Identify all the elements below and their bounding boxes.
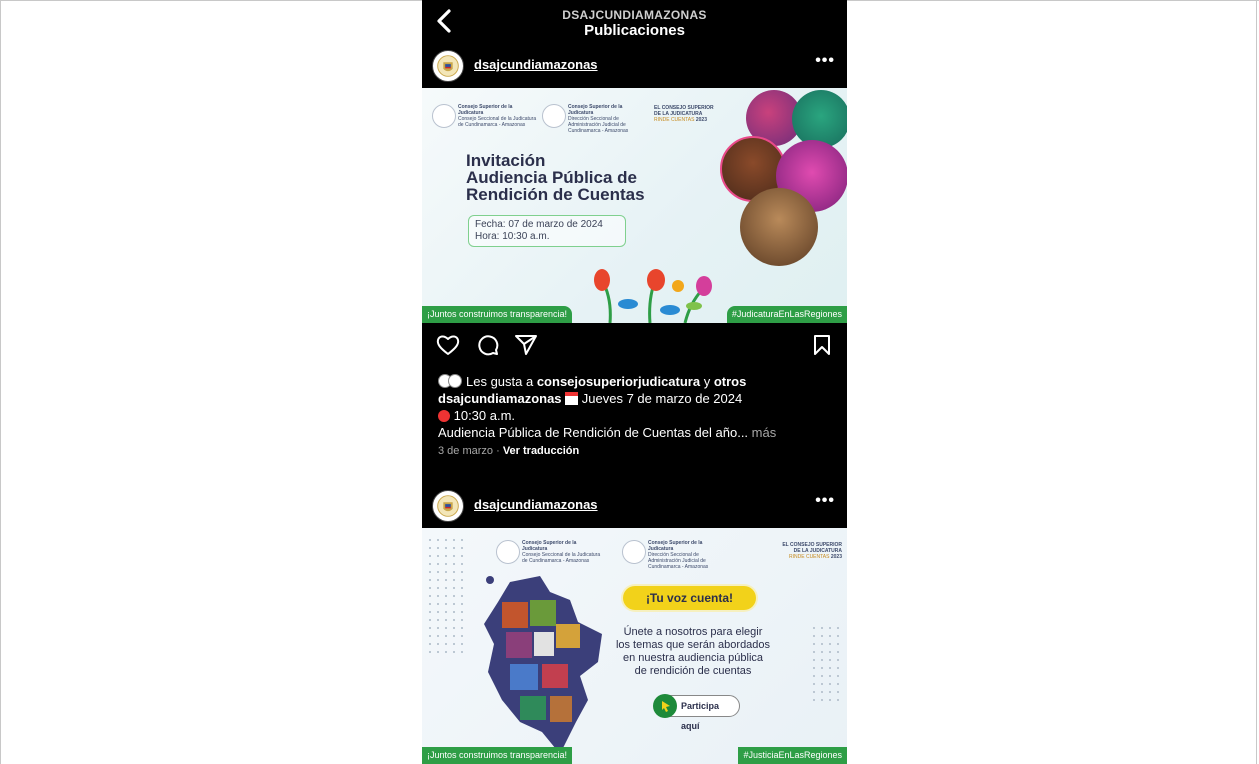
invitation-body: Únete a nosotros para elegir los temas q… — [615, 626, 771, 677]
caption-time: 10:30 a.m. — [450, 408, 516, 423]
more-dots-icon[interactable]: ••• — [815, 492, 835, 510]
post-image[interactable]: Consejo Superior de la Judicatura Consej… — [422, 88, 847, 323]
tu-voz-cuenta-badge: ¡Tu voz cuenta! — [623, 586, 756, 610]
post-header: dsajcundiamazonas ••• — [422, 484, 847, 528]
likes-others[interactable]: otros — [714, 374, 747, 389]
event-date-box: Fecha: 07 de marzo de 2024 Hora: 10:30 a… — [468, 215, 626, 247]
likes-prefix: Les gusta a — [466, 374, 537, 389]
crest-icon — [437, 55, 459, 77]
see-translation-link[interactable]: Ver traducción — [503, 445, 579, 457]
post-actions-bar — [422, 328, 847, 364]
collage-photo — [792, 90, 847, 148]
banner-right-hashtag: #JusticiaEnLasRegiones — [738, 747, 847, 764]
header-title: Publicaciones — [584, 22, 685, 39]
org-logo-text: Consejo Superior de la Judicatura Consej… — [458, 104, 537, 128]
caption-text: Audiencia Pública de Rendición de Cuenta… — [438, 425, 749, 440]
crest-icon — [542, 104, 566, 128]
caption-line-3: Audiencia Pública de Rendición de Cuenta… — [438, 424, 838, 441]
bookmark-icon[interactable] — [812, 334, 832, 356]
post-meta: 3 de marzo · Ver traducción — [438, 445, 580, 457]
invitation-title: Invitación Audiencia Pública de Rendició… — [466, 151, 645, 204]
likes-user[interactable]: consejosuperiorjudicatura — [537, 374, 700, 389]
caption-more-link[interactable]: más — [748, 425, 777, 440]
caption-line-1: dsajcundiamazonas Jueves 7 de marzo de 2… — [438, 390, 838, 407]
post-timestamp: 3 de marzo — [438, 445, 494, 457]
org-logo-text: Consejo Superior de la Judicatura Direcc… — [648, 540, 709, 570]
crest-icon — [496, 540, 520, 564]
participa-button[interactable]: Participa aquí — [653, 694, 740, 731]
frame-right-line — [1256, 0, 1257, 764]
banner-left: ¡Juntos construimos transparencia! — [422, 747, 573, 764]
dot-pattern — [426, 536, 466, 656]
crest-icon — [432, 104, 456, 128]
org-logo-text: Consejo Superior de la Judicatura Direcc… — [568, 104, 629, 134]
post-username[interactable]: dsajcundiamazonas — [474, 497, 598, 512]
collage-photo — [740, 188, 818, 266]
dot-pattern — [810, 624, 844, 704]
flowers-decoration-icon — [594, 269, 712, 323]
alarm-clock-emoji-icon — [438, 410, 450, 422]
participa-label: Participa aquí — [681, 701, 720, 731]
caption-date: Jueves 7 de marzo de 2024 — [578, 391, 743, 406]
avatar[interactable] — [432, 50, 464, 82]
frame-left-line — [0, 0, 1, 764]
instagram-screen: DSAJCUNDIAMAZONAS Publicaciones dsajcund… — [422, 0, 847, 764]
comment-icon[interactable] — [476, 334, 500, 356]
avatar[interactable] — [432, 490, 464, 522]
map-pin-icon — [486, 576, 494, 584]
colombia-map-collage — [484, 576, 602, 754]
liker-avatar — [448, 374, 462, 388]
top-navigation-bar: DSAJCUNDIAMAZONAS Publicaciones — [422, 0, 847, 44]
crest-icon — [437, 495, 459, 517]
more-dots-icon[interactable]: ••• — [815, 52, 835, 70]
post-username[interactable]: dsajcundiamazonas — [474, 57, 598, 72]
calendar-emoji-icon — [565, 392, 579, 405]
rinde-cuentas-logo: EL CONSEJO SUPERIOR DE LA JUDICATURA RIN… — [782, 542, 842, 560]
cursor-icon — [653, 694, 677, 718]
banner-right-hashtag: #JudicaturaEnLasRegiones — [726, 306, 847, 323]
post-header: dsajcundiamazonas ••• — [422, 44, 847, 88]
heart-icon[interactable] — [436, 334, 460, 356]
post-image[interactable]: Consejo Superior de la Judicatura Consej… — [422, 528, 847, 764]
org-logo-text: Consejo Superior de la Judicatura Consej… — [522, 540, 601, 564]
crest-icon — [622, 540, 646, 564]
likes-summary[interactable]: Les gusta a consejosuperiorjudicatura y … — [438, 373, 838, 390]
banner-left: ¡Juntos construimos transparencia! — [422, 306, 573, 323]
likes-mid: y — [700, 374, 714, 389]
rinde-cuentas-logo: EL CONSEJO SUPERIOR DE LA JUDICATURA RIN… — [654, 105, 714, 123]
share-icon[interactable] — [514, 334, 538, 356]
header-username: DSAJCUNDIAMAZONAS — [562, 8, 707, 22]
caption-username[interactable]: dsajcundiamazonas — [438, 391, 562, 406]
caption-line-2: 10:30 a.m. — [438, 407, 838, 424]
